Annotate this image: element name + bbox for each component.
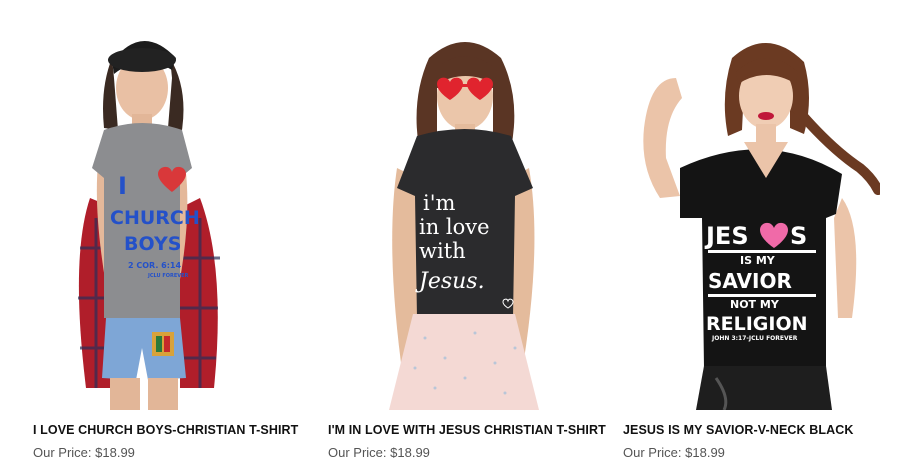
shirt-print-line: NOT MY — [730, 298, 780, 311]
product-image[interactable]: JES S IS MY SAVIOR NOT MY RELIGION JOHN … — [620, 18, 880, 410]
product-card[interactable]: I CHURCH BOYS 2 COR. 6:14 JCLU FOREVER I… — [30, 18, 298, 468]
price-value: $18.99 — [390, 445, 430, 460]
price-value: $18.99 — [685, 445, 725, 460]
price-label: Our Price: — [623, 445, 682, 460]
model-photo-church-boys: I CHURCH BOYS 2 COR. 6:14 JCLU FOREVER — [78, 40, 220, 410]
price-label: Our Price: — [328, 445, 387, 460]
shirt-print-line: with — [419, 239, 466, 263]
shirt-print-line: JOHN 3:17-JCLU FOREVER — [711, 335, 798, 342]
product-title-link[interactable]: JESUS IS MY SAVIOR-V-NECK BLACK — [623, 423, 853, 437]
shirt-print-line: BOYS — [124, 233, 181, 255]
product-price: Our Price: $18.99 — [33, 445, 135, 460]
product-card[interactable]: JES S IS MY SAVIOR NOT MY RELIGION JOHN … — [620, 18, 880, 468]
shirt-print-line: SAVIOR — [708, 269, 792, 293]
shirt-print-line: RELIGION — [706, 313, 808, 335]
shirt-print-line: S — [790, 222, 807, 250]
price-value: $18.99 — [95, 445, 135, 460]
product-title-link[interactable]: I'M IN LOVE WITH JESUS CHRISTIAN T-SHIRT — [328, 423, 606, 437]
shirt-print-line: i'm — [423, 191, 455, 215]
shirt-print-line: Jesus. — [415, 269, 485, 294]
shirt-print-line: in love — [419, 215, 490, 239]
product-image[interactable]: i'm in love with Jesus. — [325, 18, 585, 410]
product-card[interactable]: i'm in love with Jesus. I'M IN LOVE WITH… — [325, 18, 606, 468]
product-price: Our Price: $18.99 — [623, 445, 725, 460]
product-price: Our Price: $18.99 — [328, 445, 430, 460]
shirt-print-line: I — [118, 172, 127, 200]
product-image[interactable]: I CHURCH BOYS 2 COR. 6:14 JCLU FOREVER — [30, 18, 290, 410]
price-label: Our Price: — [33, 445, 92, 460]
model-photo-jesus-is-my-savior: JES S IS MY SAVIOR NOT MY RELIGION JOHN … — [643, 42, 880, 410]
model-photo-in-love-with-jesus: i'm in love with Jesus. — [389, 42, 539, 410]
shirt-print-line: 2 COR. 6:14 — [128, 261, 181, 270]
product-title-link[interactable]: I LOVE CHURCH BOYS-CHRISTIAN T-SHIRT — [33, 423, 298, 437]
shirt-print-line: JCLU FOREVER — [147, 273, 189, 279]
shirt-print-line: JES — [704, 222, 749, 250]
shirt-print-line: CHURCH — [110, 207, 200, 229]
product-grid: I CHURCH BOYS 2 COR. 6:14 JCLU FOREVER I… — [0, 0, 900, 472]
shirt-print-line: IS MY — [740, 254, 776, 267]
